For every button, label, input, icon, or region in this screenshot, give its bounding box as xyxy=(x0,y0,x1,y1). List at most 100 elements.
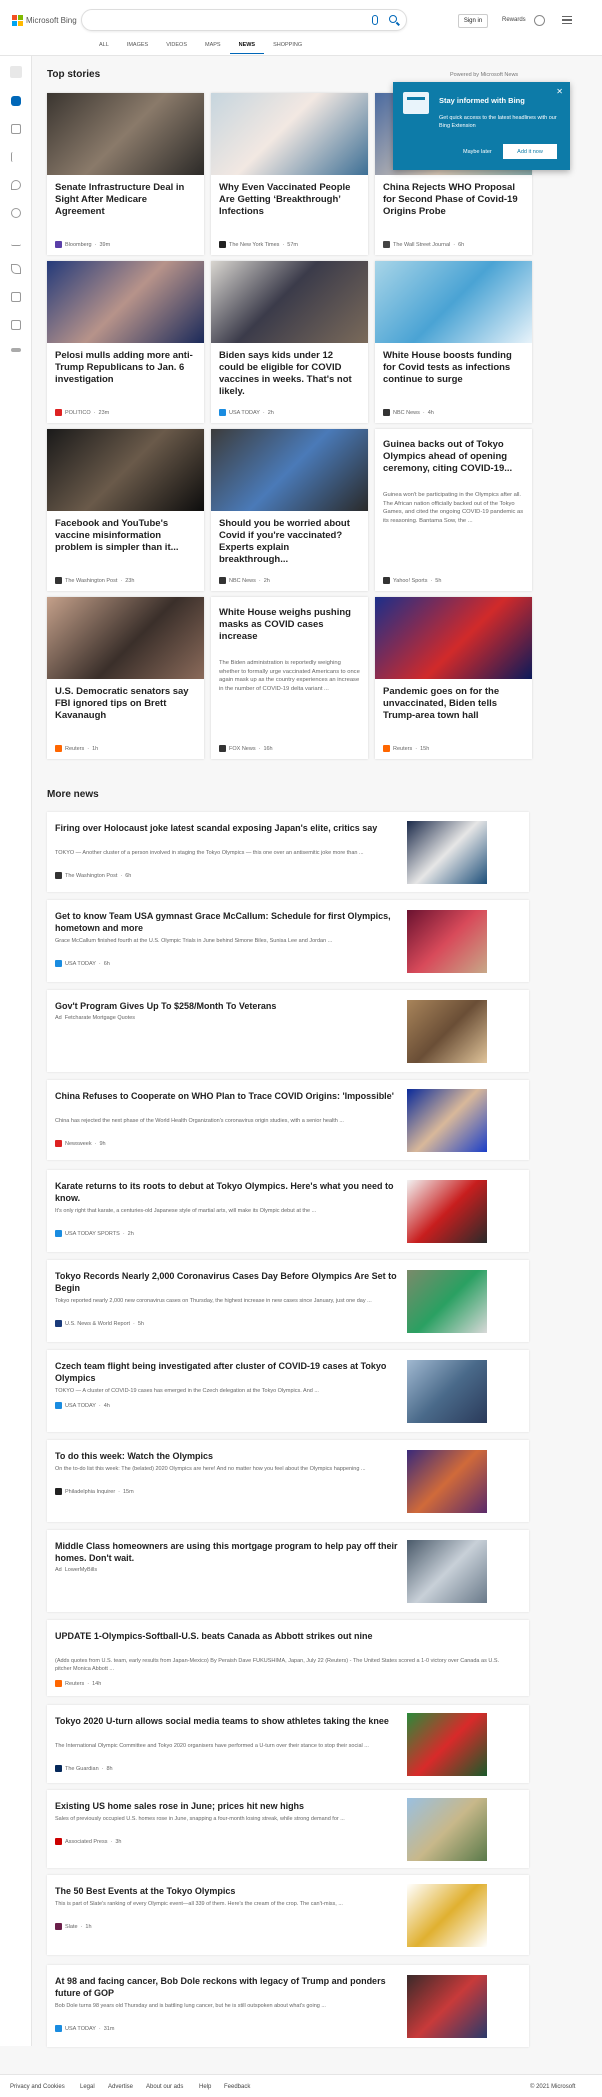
location-icon[interactable] xyxy=(11,180,21,190)
story-title[interactable]: Should you be worried about Covid if you… xyxy=(219,518,360,566)
story-image[interactable] xyxy=(211,93,368,175)
entertainment-icon[interactable] xyxy=(11,292,21,302)
news-row[interactable]: Tokyo Records Nearly 2,000 Coronavirus C… xyxy=(47,1260,529,1342)
sports-icon[interactable] xyxy=(11,320,21,330)
news-title[interactable]: UPDATE 1-Olympics-Softball-U.S. beats Ca… xyxy=(55,1630,515,1642)
news-row[interactable]: Tokyo 2020 U-turn allows social media te… xyxy=(47,1705,529,1783)
rewards-link[interactable]: Rewards xyxy=(502,17,526,23)
story-title[interactable]: Biden says kids under 12 could be eligib… xyxy=(219,350,360,398)
news-row[interactable]: Firing over Holocaust joke latest scanda… xyxy=(47,812,529,892)
footer-link-privacy[interactable]: Privacy and Cookies xyxy=(10,2084,65,2090)
story-card[interactable]: Should you be worried about Covid if you… xyxy=(211,429,368,591)
story-title[interactable]: Senate Infrastructure Deal in Sight Afte… xyxy=(55,182,196,218)
footer-link-advertise[interactable]: Advertise xyxy=(108,2084,133,2090)
news-row[interactable]: At 98 and facing cancer, Bob Dole reckon… xyxy=(47,1965,529,2047)
story-image[interactable] xyxy=(375,597,532,679)
news-title[interactable]: Middle Class homeowners are using this m… xyxy=(55,1540,405,1564)
story-image[interactable] xyxy=(47,429,204,511)
tab-images[interactable]: IMAGES xyxy=(118,40,157,54)
story-title[interactable]: Pelosi mulls adding more anti-Trump Repu… xyxy=(55,350,196,386)
story-title[interactable]: Pandemic goes on for the unvaccinated, B… xyxy=(383,686,524,722)
news-thumbnail[interactable] xyxy=(407,1360,487,1423)
tab-maps[interactable]: MAPS xyxy=(196,40,230,54)
tab-all[interactable]: ALL xyxy=(90,40,118,54)
story-image[interactable] xyxy=(211,429,368,511)
news-thumbnail[interactable] xyxy=(407,1270,487,1333)
news-title[interactable]: To do this week: Watch the Olympics xyxy=(55,1450,405,1462)
close-icon[interactable]: ✕ xyxy=(556,87,563,96)
globe-icon[interactable] xyxy=(11,208,21,218)
story-image[interactable] xyxy=(375,261,532,343)
story-card[interactable]: White House boosts funding for Covid tes… xyxy=(375,261,532,423)
search-input[interactable] xyxy=(81,9,407,31)
story-title[interactable]: White House weighs pushing masks as COVI… xyxy=(219,607,360,643)
news-row[interactable]: To do this week: Watch the Olympics On th… xyxy=(47,1440,529,1522)
news-thumbnail[interactable] xyxy=(407,1450,487,1513)
tab-news[interactable]: NEWS xyxy=(229,40,265,54)
news-title[interactable]: Get to know Team USA gymnast Grace McCal… xyxy=(55,910,405,934)
news-row[interactable]: The 50 Best Events at the Tokyo Olympics… xyxy=(47,1875,529,1955)
story-card[interactable]: Pelosi mulls adding more anti-Trump Repu… xyxy=(47,261,204,423)
maybe-later-button[interactable]: Maybe later xyxy=(463,149,492,155)
story-title[interactable]: Guinea backs out of Tokyo Olympics ahead… xyxy=(383,439,524,475)
news-thumbnail[interactable] xyxy=(407,1713,487,1776)
tab-videos[interactable]: VIDEOS xyxy=(157,40,196,54)
news-thumbnail[interactable] xyxy=(407,1975,487,2038)
news-title[interactable]: Tokyo 2020 U-turn allows social media te… xyxy=(55,1715,405,1727)
news-row[interactable]: Existing US home sales rose in June; pri… xyxy=(47,1790,529,1868)
news-row[interactable]: Get to know Team USA gymnast Grace McCal… xyxy=(47,900,529,982)
story-title[interactable]: U.S. Democratic senators say FBI ignored… xyxy=(55,686,196,722)
news-thumbnail[interactable] xyxy=(407,1000,487,1063)
story-card[interactable]: Biden says kids under 12 could be eligib… xyxy=(211,261,368,423)
story-image[interactable] xyxy=(47,261,204,343)
news-row[interactable]: UPDATE 1-Olympics-Softball-U.S. beats Ca… xyxy=(47,1620,529,1696)
science-icon[interactable] xyxy=(11,264,21,274)
news-title[interactable]: Existing US home sales rose in June; pri… xyxy=(55,1800,405,1812)
news-thumbnail[interactable] xyxy=(407,1798,487,1861)
news-title[interactable]: The 50 Best Events at the Tokyo Olympics xyxy=(55,1885,405,1897)
home-icon[interactable] xyxy=(11,96,21,106)
microphone-icon[interactable] xyxy=(372,15,378,25)
news-row[interactable]: China Refuses to Cooperate on WHO Plan t… xyxy=(47,1080,529,1160)
story-title[interactable]: China Rejects WHO Proposal for Second Ph… xyxy=(383,182,524,218)
politics-icon[interactable] xyxy=(11,348,21,352)
story-image[interactable] xyxy=(47,93,204,175)
story-card[interactable]: White House weighs pushing masks as COVI… xyxy=(211,597,368,759)
news-thumbnail[interactable] xyxy=(407,1089,487,1152)
collapse-icon[interactable] xyxy=(10,66,22,78)
footer-link-about-ads[interactable]: About our ads xyxy=(146,2084,183,2090)
news-thumbnail[interactable] xyxy=(407,910,487,973)
story-title[interactable]: White House boosts funding for Covid tes… xyxy=(383,350,524,386)
news-title[interactable]: At 98 and facing cancer, Bob Dole reckon… xyxy=(55,1975,405,1999)
news-thumbnail[interactable] xyxy=(407,1180,487,1243)
story-card[interactable]: Facebook and YouTube's vaccine misinform… xyxy=(47,429,204,591)
news-title[interactable]: China Refuses to Cooperate on WHO Plan t… xyxy=(55,1090,405,1102)
rewards-trophy-icon[interactable] xyxy=(534,15,545,26)
story-card[interactable]: Guinea backs out of Tokyo Olympics ahead… xyxy=(375,429,532,591)
menu-icon[interactable] xyxy=(562,16,572,24)
news-row[interactable]: Middle Class homeowners are using this m… xyxy=(47,1530,529,1612)
story-title[interactable]: Why Even Vaccinated People Are Getting ‘… xyxy=(219,182,360,218)
search-icon[interactable] xyxy=(389,15,397,23)
footer-link-feedback[interactable]: Feedback xyxy=(224,2084,250,2090)
news-thumbnail[interactable] xyxy=(407,1884,487,1947)
footer-link-help[interactable]: Help xyxy=(199,2084,211,2090)
footer-link-legal[interactable]: Legal xyxy=(80,2084,95,2090)
story-card[interactable]: Pandemic goes on for the unvaccinated, B… xyxy=(375,597,532,759)
sign-in-button[interactable]: Sign in xyxy=(458,14,488,28)
news-title[interactable]: Tokyo Records Nearly 2,000 Coronavirus C… xyxy=(55,1270,405,1294)
news-title[interactable]: Firing over Holocaust joke latest scanda… xyxy=(55,822,405,834)
flag-icon[interactable] xyxy=(11,152,21,162)
business-icon[interactable] xyxy=(11,236,21,246)
news-thumbnail[interactable] xyxy=(407,821,487,884)
news-thumbnail[interactable] xyxy=(407,1540,487,1603)
add-it-now-button[interactable]: Add it now xyxy=(503,144,557,159)
story-card[interactable]: Senate Infrastructure Deal in Sight Afte… xyxy=(47,93,204,255)
news-row[interactable]: Gov't Program Gives Up To $258/Month To … xyxy=(47,990,529,1072)
bing-logo[interactable]: Microsoft Bing xyxy=(12,15,77,26)
tab-shopping[interactable]: SHOPPING xyxy=(264,40,311,54)
news-title[interactable]: Karate returns to its roots to debut at … xyxy=(55,1180,405,1204)
story-card[interactable]: U.S. Democratic senators say FBI ignored… xyxy=(47,597,204,759)
story-card[interactable]: Why Even Vaccinated People Are Getting ‘… xyxy=(211,93,368,255)
news-title[interactable]: Czech team flight being investigated aft… xyxy=(55,1360,405,1384)
